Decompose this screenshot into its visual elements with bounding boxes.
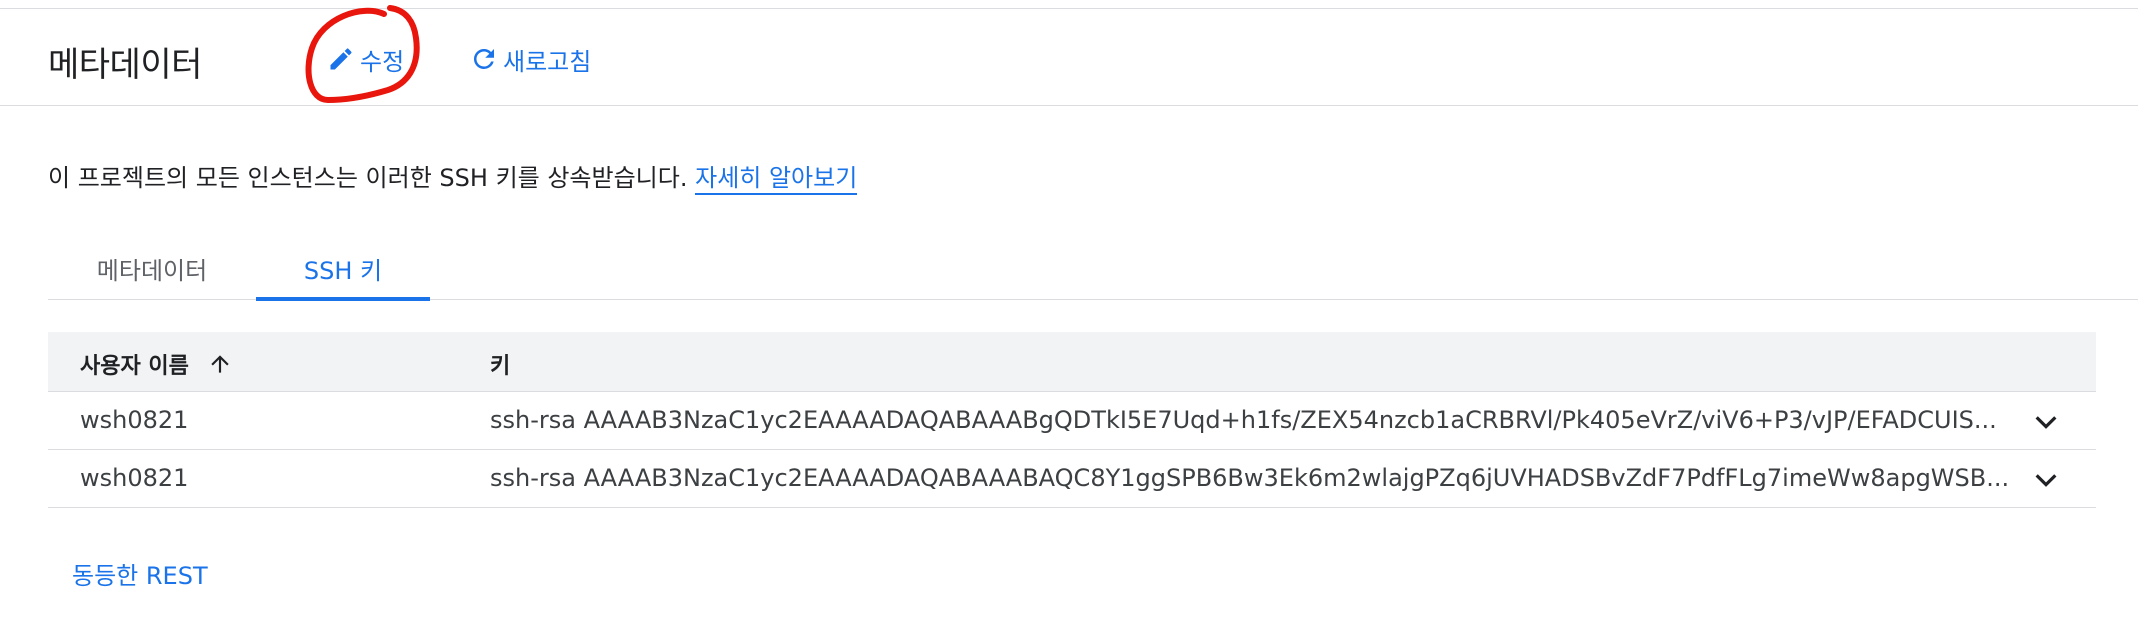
arrow-up-icon[interactable] [207, 351, 233, 377]
chevron-down-icon[interactable] [2028, 404, 2064, 440]
column-header-username-label: 사용자 이름 [80, 354, 189, 379]
learn-more-link[interactable]: 자세히 알아보기 [695, 164, 858, 195]
table-row: wsh0821 ssh-rsa AAAAB3NzaC1yc2EAAAADAQAB… [48, 450, 2096, 508]
column-header-username[interactable]: 사용자 이름 [80, 348, 233, 380]
refresh-icon [469, 44, 499, 74]
row-username: wsh0821 [80, 406, 189, 434]
page-header: 메타데이터 수정 새로고침 [0, 9, 2138, 106]
refresh-button-label: 새로고침 [503, 47, 592, 76]
ssh-keys-table: 사용자 이름 키 wsh0821 ssh-rsa AAAAB3NzaC1yc2E… [48, 332, 2096, 508]
column-header-key: 키 [490, 354, 511, 379]
edit-button[interactable]: 수정 [326, 39, 404, 79]
inheritance-notice-text: 이 프로젝트의 모든 인스턴스는 이러한 SSH 키를 상속받습니다. [48, 164, 688, 192]
refresh-button[interactable]: 새로고침 [469, 39, 591, 79]
table-row: wsh0821 ssh-rsa AAAAB3NzaC1yc2EAAAADAQAB… [48, 392, 2096, 450]
page-title: 메타데이터 [48, 45, 202, 85]
table-header: 사용자 이름 키 [48, 332, 2096, 392]
equivalent-rest-link[interactable]: 동등한 REST [72, 556, 208, 591]
tab-bar: 메타데이터 SSH 키 [48, 236, 2138, 301]
tab-metadata[interactable]: 메타데이터 [48, 236, 256, 300]
pencil-icon [326, 44, 356, 74]
row-ssh-key: ssh-rsa AAAAB3NzaC1yc2EAAAADAQABAAABAQC8… [490, 464, 2010, 492]
chevron-down-icon[interactable] [2028, 462, 2064, 498]
edit-button-label: 수정 [360, 47, 405, 76]
inheritance-notice: 이 프로젝트의 모든 인스턴스는 이러한 SSH 키를 상속받습니다. 자세히 … [48, 158, 858, 195]
tab-ssh-keys[interactable]: SSH 키 [256, 236, 430, 301]
row-username: wsh0821 [80, 464, 189, 492]
row-ssh-key: ssh-rsa AAAAB3NzaC1yc2EAAAADAQABAAABgQDT… [490, 406, 1997, 434]
